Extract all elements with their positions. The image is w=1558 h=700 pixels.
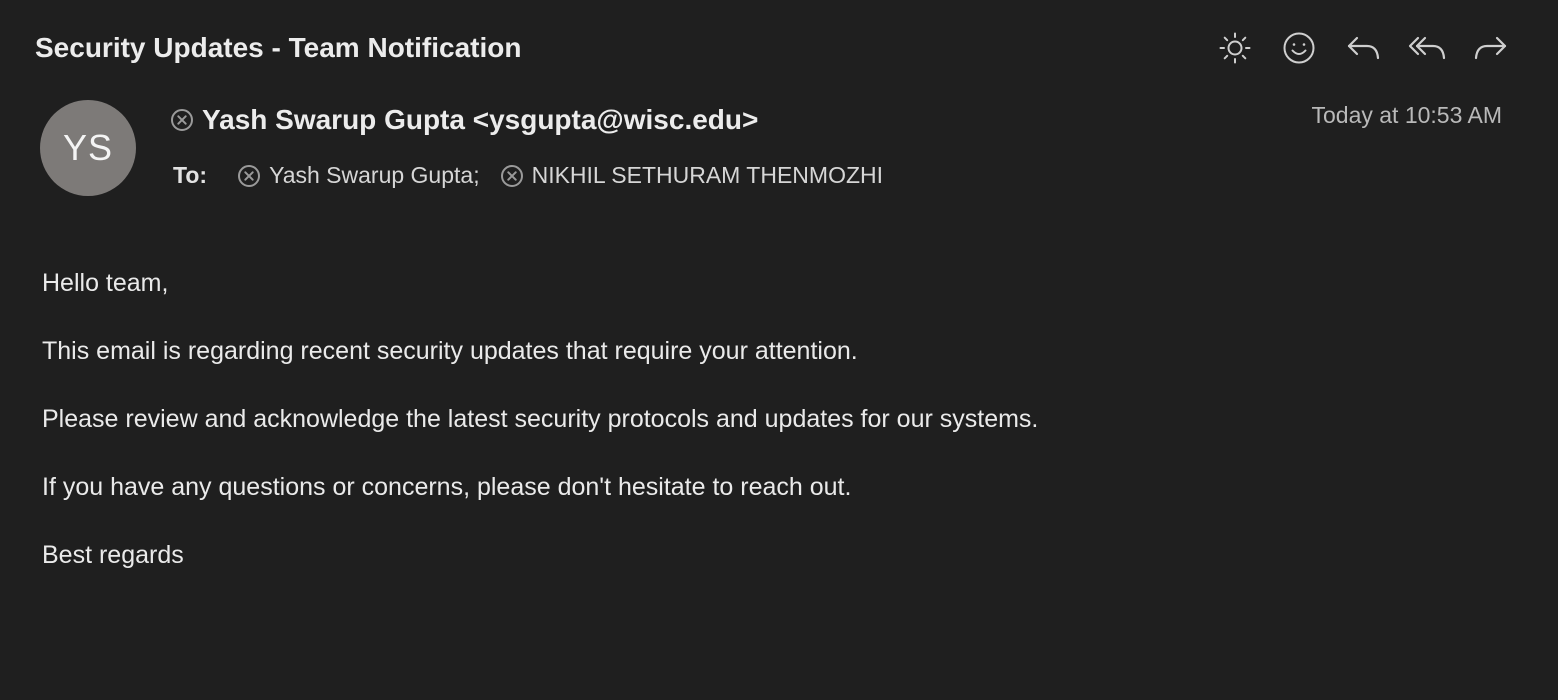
remove-recipient-icon[interactable] [500, 164, 524, 188]
forward-icon[interactable] [1470, 28, 1512, 68]
recipient-name: NIKHIL SETHURAM THENMOZHI [531, 162, 884, 188]
sun-icon[interactable] [1214, 28, 1256, 68]
body-paragraph: Hello team, [42, 269, 169, 297]
email-body: Hello team, This email is regarding rece… [42, 265, 1502, 605]
remove-recipient-icon[interactable] [237, 164, 261, 188]
body-paragraph: Best regards [42, 541, 184, 569]
body-paragraph: Please review and acknowledge the latest… [42, 405, 1039, 433]
recipient-name: Yash Swarup Gupta; [269, 162, 480, 188]
email-subject: Security Updates - Team Notification [35, 32, 522, 63]
reply-icon[interactable] [1342, 28, 1384, 68]
email-viewer: Security Updates - Team Notification YS … [0, 0, 1558, 700]
smiley-icon[interactable] [1278, 28, 1320, 68]
sender-row: Yash Swarup Gupta <ysgupta@wisc.edu> [170, 104, 758, 136]
to-label: To: [173, 162, 208, 188]
message-toolbar [1214, 28, 1512, 68]
recipients-row: To: Yash Swarup Gupta; NIKHIL SETHURAM T… [173, 162, 903, 189]
body-paragraph: If you have any questions or concerns, p… [42, 473, 852, 501]
reply-all-icon[interactable] [1406, 28, 1448, 68]
body-paragraph: This email is regarding recent security … [42, 337, 858, 365]
recipient-chip[interactable]: Yash Swarup Gupta; [237, 162, 480, 189]
recipient-chip[interactable]: NIKHIL SETHURAM THENMOZHI [500, 162, 883, 189]
email-date: Today at 10:53 AM [1311, 102, 1502, 128]
sender-avatar: YS [40, 100, 136, 196]
sender-name[interactable]: Yash Swarup Gupta <ysgupta@wisc.edu> [202, 104, 758, 136]
remove-sender-icon[interactable] [170, 108, 194, 132]
